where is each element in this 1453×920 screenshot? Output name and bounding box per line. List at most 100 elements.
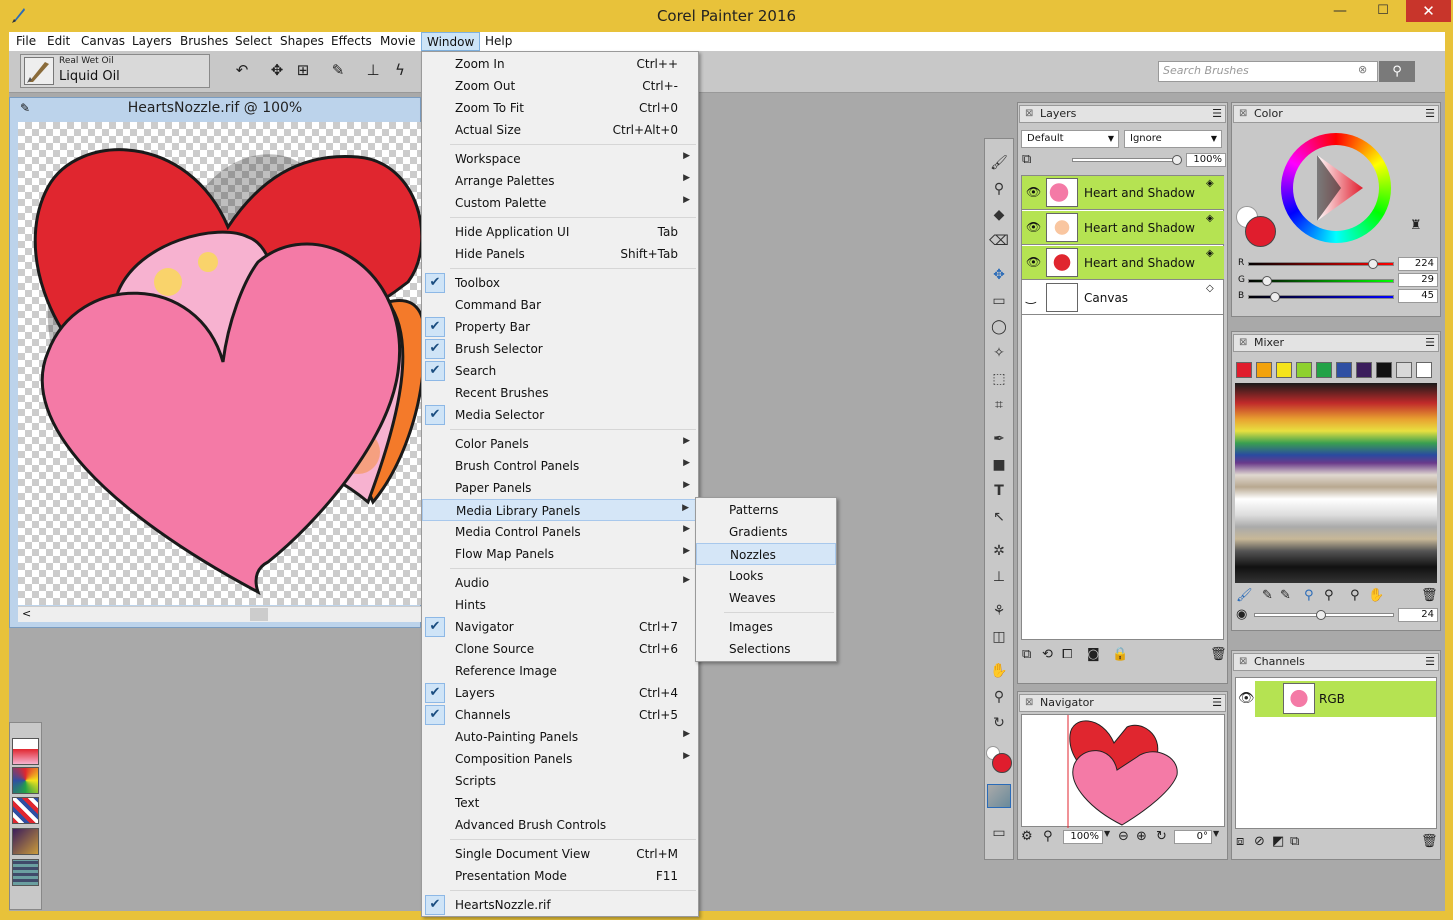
main-color-chip[interactable] — [1245, 216, 1276, 247]
menu-item-custom-palette[interactable]: Custom Palette ▶ — [422, 192, 698, 214]
menu-item-recent-brushes[interactable]: Recent Brushes — [422, 382, 698, 404]
layer-adjuster-icon[interactable]: ✥ — [988, 264, 1010, 286]
layer-lock-options-icon[interactable]: ⧉ — [1022, 152, 1031, 167]
mix-color-icon[interactable]: ✎ — [1280, 588, 1291, 603]
crop-tool-icon[interactable]: ⌗ — [988, 394, 1010, 416]
menu-item-media-library-panels[interactable]: Media Library Panels ▶ — [422, 499, 698, 521]
grabber-hand-icon[interactable]: ✋ — [988, 660, 1010, 682]
menu-edit[interactable]: Edit — [42, 32, 75, 51]
panel-close-icon[interactable]: ⊠ — [1239, 106, 1247, 122]
menu-item-color-panels[interactable]: Color Panels ▶ — [422, 433, 698, 455]
maximize-button[interactable]: ☐ — [1363, 0, 1403, 22]
opacity-slider-knob[interactable] — [1172, 155, 1182, 165]
clear-mixer-icon[interactable]: 🗑 — [1421, 588, 1438, 603]
submenu-item-gradients[interactable]: Gradients — [696, 521, 836, 543]
menu-item-brush-control-panels[interactable]: Brush Control Panels ▶ — [422, 455, 698, 477]
mixer-swatch[interactable] — [1256, 362, 1272, 378]
eye-icon[interactable]: 👁 — [1026, 220, 1041, 234]
green-value[interactable]: 29 — [1398, 273, 1438, 287]
red-value[interactable]: 224 — [1398, 257, 1438, 271]
mixer-swatch[interactable] — [1276, 362, 1292, 378]
panel-close-icon[interactable]: ⊠ — [1239, 335, 1247, 351]
dab-stamp-icon[interactable]: ⊥ — [362, 58, 384, 82]
layer-row[interactable]: ‿ Canvas ◇ — [1022, 281, 1224, 315]
menu-item-auto-painting-panels[interactable]: Auto-Painting Panels ▶ — [422, 726, 698, 748]
menu-select[interactable]: Select — [230, 32, 277, 51]
pen-tool-icon[interactable]: ✒ — [988, 428, 1010, 450]
panel-close-icon[interactable]: ⊠ — [1025, 695, 1033, 711]
text-tool-icon[interactable]: T — [988, 480, 1010, 502]
brush-tool-icon[interactable]: 🖌 — [988, 152, 1010, 174]
dodge-tool-icon[interactable]: ⚘ — [988, 600, 1010, 622]
layer-row[interactable]: 👁 Heart and Shadow ◈ — [1022, 176, 1224, 210]
channel-load-icon[interactable]: ◩ — [1272, 834, 1284, 849]
mixer-pan-icon[interactable]: ✋ — [1368, 588, 1384, 603]
eraser-tool-icon[interactable]: ⌫ — [988, 230, 1010, 252]
gradient-swatch[interactable] — [12, 767, 39, 794]
menu-canvas[interactable]: Canvas — [76, 32, 130, 51]
navigator-rotation-value[interactable]: 0° — [1174, 830, 1212, 844]
eye-icon[interactable]: 👁 — [1026, 185, 1041, 199]
menu-item-toolbox[interactable]: ✔ Toolbox — [422, 272, 698, 294]
create-mask-icon[interactable]: ◙ — [1087, 647, 1100, 662]
mixer-swatch[interactable] — [1356, 362, 1372, 378]
navigator-preview[interactable] — [1021, 714, 1225, 828]
sample-multiple-icon[interactable]: ⚲ — [1324, 588, 1334, 603]
menu-item-command-bar[interactable]: Command Bar — [422, 294, 698, 316]
rotate-page-icon[interactable]: ↻ — [988, 712, 1010, 734]
dirty-brush-icon[interactable]: 🖌 — [1236, 588, 1253, 603]
submenu-item-weaves[interactable]: Weaves — [696, 587, 836, 609]
weave-swatch[interactable] — [12, 859, 39, 886]
reset-tool-icon[interactable]: ↶ — [231, 58, 253, 82]
rotate-icon[interactable]: ↻ — [1156, 829, 1167, 844]
lightning-icon[interactable]: ϟ — [389, 58, 411, 82]
menu-item-hide-panels[interactable]: Hide Panels Shift+Tab — [422, 243, 698, 265]
menu-item-single-document-view[interactable]: Single Document View Ctrl+M — [422, 843, 698, 865]
search-button[interactable]: ⚲ — [1379, 61, 1415, 82]
rubber-stamp-icon[interactable]: ⊥ — [988, 566, 1010, 588]
menu-item-composition-panels[interactable]: Composition Panels ▶ — [422, 748, 698, 770]
zoom-out-icon[interactable]: ⊖ — [1118, 829, 1129, 844]
menu-item-media-control-panels[interactable]: Media Control Panels ▶ — [422, 521, 698, 543]
menu-item-media-selector[interactable]: ✔ Media Selector — [422, 404, 698, 426]
panel-menu-icon[interactable]: ☰ — [1425, 654, 1435, 670]
menu-item-search[interactable]: ✔ Search — [422, 360, 698, 382]
menu-movie[interactable]: Movie — [375, 32, 421, 51]
eye-icon[interactable]: 👁 — [1238, 691, 1255, 706]
opacity-slider[interactable] — [1072, 158, 1180, 162]
panel-close-icon[interactable]: ⊠ — [1239, 654, 1247, 670]
menu-item-audio[interactable]: Audio ▶ — [422, 572, 698, 594]
menu-item-property-bar[interactable]: ✔ Property Bar — [422, 316, 698, 338]
menu-item-reference-image[interactable]: Reference Image — [422, 660, 698, 682]
menu-item-actual-size[interactable]: Actual Size Ctrl+Alt+0 — [422, 119, 698, 141]
navigator-settings-icon[interactable]: ⚙ — [1021, 829, 1033, 844]
clone-color-icon[interactable]: ♜ — [1410, 218, 1422, 233]
panel-menu-icon[interactable]: ☰ — [1212, 106, 1222, 122]
menu-item-zoom-out[interactable]: Zoom Out Ctrl+- — [422, 75, 698, 97]
new-layer-icon[interactable]: ⧠ — [1062, 647, 1072, 662]
main-color-swatch[interactable] — [992, 753, 1012, 773]
menu-item-flow-map-panels[interactable]: Flow Map Panels ▶ — [422, 543, 698, 565]
navigator-zoom-icon[interactable]: ⚲ — [1043, 829, 1053, 844]
paint-bucket-icon[interactable]: ◆ — [988, 204, 1010, 226]
paper-selector-icon[interactable] — [987, 784, 1011, 808]
opacity-value[interactable]: 100% — [1186, 153, 1226, 167]
apply-color-icon[interactable]: ✎ — [1262, 588, 1273, 603]
shape-selection-icon[interactable]: ↖ — [988, 506, 1010, 528]
menu-item-hide-application-ui[interactable]: Hide Application UI Tab — [422, 221, 698, 243]
mixer-swatch[interactable] — [1416, 362, 1432, 378]
scroll-thumb[interactable] — [250, 608, 268, 621]
menu-item-zoom-in[interactable]: Zoom In Ctrl++ — [422, 53, 698, 75]
menu-effects[interactable]: Effects — [326, 32, 377, 51]
navigator-zoom-value[interactable]: 100% — [1063, 830, 1103, 844]
hue-ring[interactable] — [1281, 133, 1391, 243]
lock-layer-icon[interactable]: 🔒 — [1112, 647, 1128, 662]
nozzle-swatch[interactable] — [12, 828, 39, 855]
submenu-item-images[interactable]: Images — [696, 616, 836, 638]
red-slider-knob[interactable] — [1368, 259, 1378, 269]
layer-row[interactable]: 👁 Heart and Shadow ◈ — [1022, 246, 1224, 280]
mixer-zoom-icon[interactable]: ⚲ — [1350, 588, 1360, 603]
menu-item-channels[interactable]: ✔ Channels Ctrl+5 — [422, 704, 698, 726]
panel-menu-icon[interactable]: ☰ — [1425, 106, 1435, 122]
delete-channel-icon[interactable]: 🗑 — [1421, 834, 1438, 849]
